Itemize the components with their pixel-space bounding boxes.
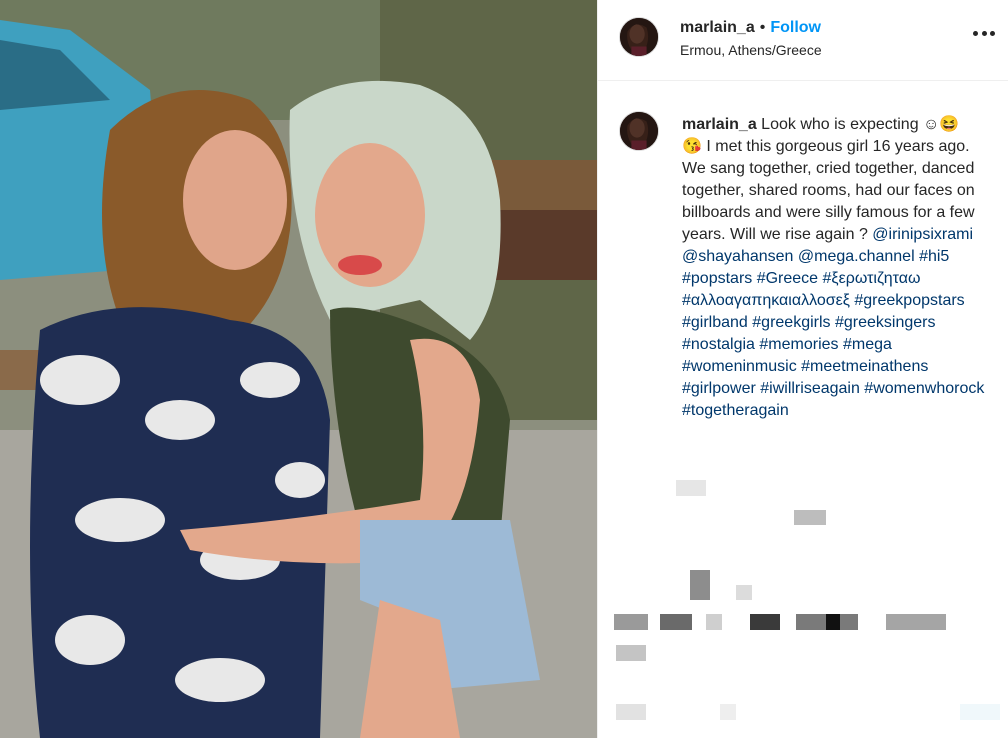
follow-button[interactable]: Follow — [770, 19, 821, 37]
redacted-block — [794, 510, 826, 525]
caption-text: marlain_a Look who is expecting ☺😆 😘 I m… — [682, 114, 988, 422]
more-horizontal-icon[interactable] — [973, 31, 995, 39]
redacted-block — [676, 480, 706, 496]
header-separator: • — [759, 19, 766, 36]
redacted-block — [614, 614, 648, 630]
redacted-block — [736, 585, 752, 600]
more-dot — [973, 31, 978, 36]
location-link[interactable]: Ermou, Athens/Greece — [680, 42, 822, 58]
redacted-block — [886, 614, 946, 630]
redacted-block — [690, 570, 710, 600]
username-link[interactable]: marlain_a — [680, 19, 755, 37]
post-photo[interactable] — [0, 0, 597, 738]
caption-avatar[interactable] — [619, 111, 659, 151]
redacted-block — [720, 704, 736, 720]
redacted-block — [826, 614, 840, 630]
avatar-image — [620, 112, 658, 150]
post-photo-illustration — [0, 0, 597, 738]
caption-username[interactable]: marlain_a — [682, 116, 757, 133]
more-dot — [990, 31, 995, 36]
redacted-block — [660, 614, 692, 630]
redacted-block — [750, 614, 780, 630]
redacted-block — [616, 645, 646, 661]
caption-hashtags[interactable]: @irinipsixrami @shayahansen @mega.channe… — [682, 226, 984, 419]
avatar-image — [620, 18, 658, 56]
redacted-block — [960, 704, 1000, 720]
post-header-text: marlain_a • Follow Ermou, Athens/Greece — [680, 19, 822, 58]
redacted-block — [616, 704, 646, 720]
caption-body: Look who is expecting ☺😆 😘 I met this go… — [682, 116, 975, 243]
header-user-line: marlain_a • Follow — [680, 19, 822, 37]
user-avatar[interactable] — [619, 17, 659, 57]
redacted-block — [706, 614, 722, 630]
more-dot — [981, 31, 987, 36]
post-side-panel: marlain_a • Follow Ermou, Athens/Greece … — [597, 0, 1008, 738]
post-header: marlain_a • Follow Ermou, Athens/Greece — [598, 0, 1008, 81]
